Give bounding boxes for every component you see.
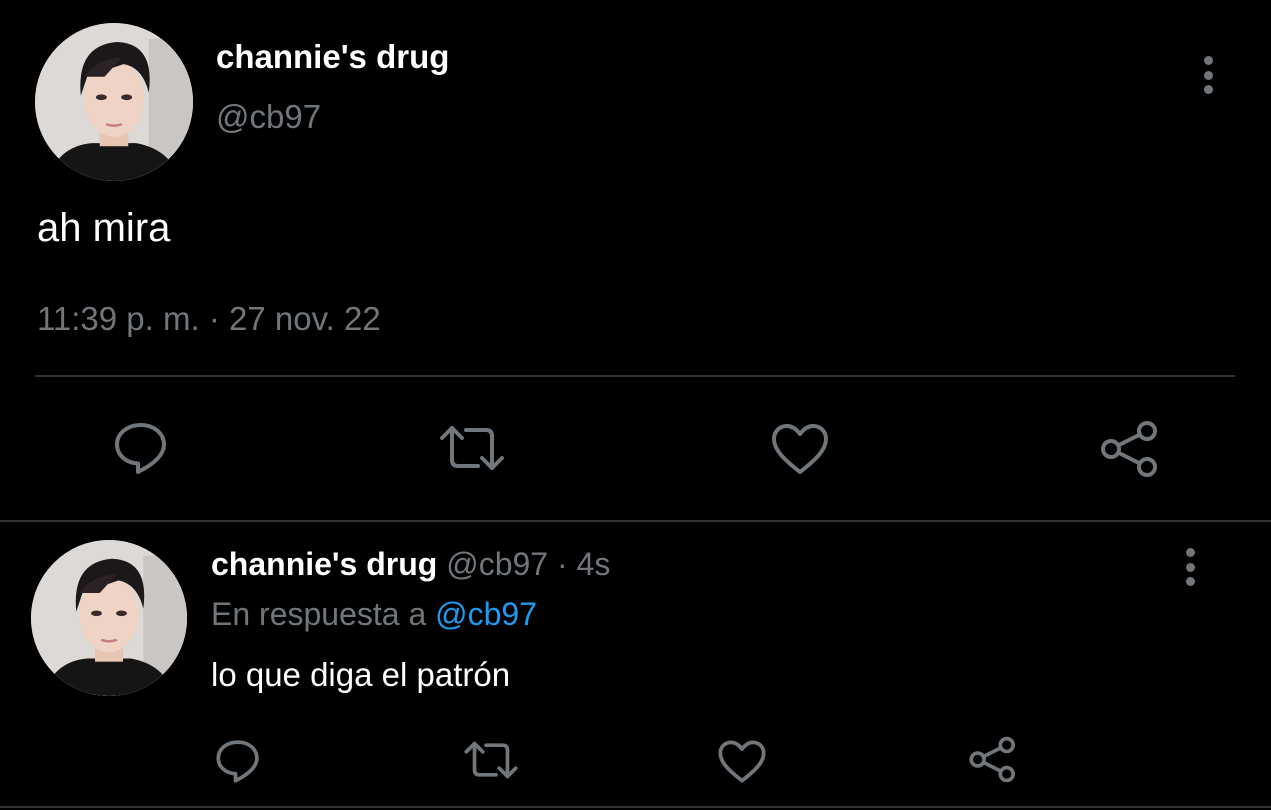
bottom-divider [0,806,1271,808]
user-handle[interactable]: @cb97 [216,98,321,136]
reply-age[interactable]: 4s [577,546,611,582]
reply-share-icon[interactable] [968,736,1018,783]
retweet-icon[interactable] [438,424,506,472]
more-options-icon[interactable] [1196,56,1220,94]
avatar[interactable] [35,23,193,181]
reply-handle[interactable]: @cb97 [446,546,548,582]
reply-header: channie's drug @cb97 · 4s [211,546,610,583]
replying-to-mention[interactable]: @cb97 [435,596,537,632]
tweet-date: 27 nov. 22 [229,300,381,337]
reply-icon[interactable] [112,420,170,476]
replying-to-label: En respuesta a [211,596,427,632]
tweet-separator [0,520,1271,522]
reply-text: lo que diga el patrón [211,656,511,693]
reply-reply-icon[interactable] [214,738,262,784]
reply-more-options-icon[interactable] [1178,548,1202,586]
like-icon[interactable] [770,422,830,476]
reply-display-name[interactable]: channie's drug [211,546,437,582]
replying-to: En respuesta a @cb97 [211,596,537,633]
reply-meta-separator: · [556,546,568,582]
tweet-text: ah mira [37,206,171,250]
reply-like-icon[interactable] [717,739,767,784]
avatar-photo [31,540,187,696]
avatar-photo [35,23,193,181]
reply-retweet-icon[interactable] [463,740,519,780]
reply-avatar[interactable] [31,540,187,696]
tweet-time: 11:39 p. m. [37,300,200,337]
tweet-timestamp[interactable]: 11:39 p. m. · 27 nov. 22 [37,300,381,338]
meta-separator: · [208,300,220,337]
share-icon[interactable] [1099,420,1161,478]
display-name[interactable]: channie's drug [216,38,449,76]
divider [35,375,1235,377]
